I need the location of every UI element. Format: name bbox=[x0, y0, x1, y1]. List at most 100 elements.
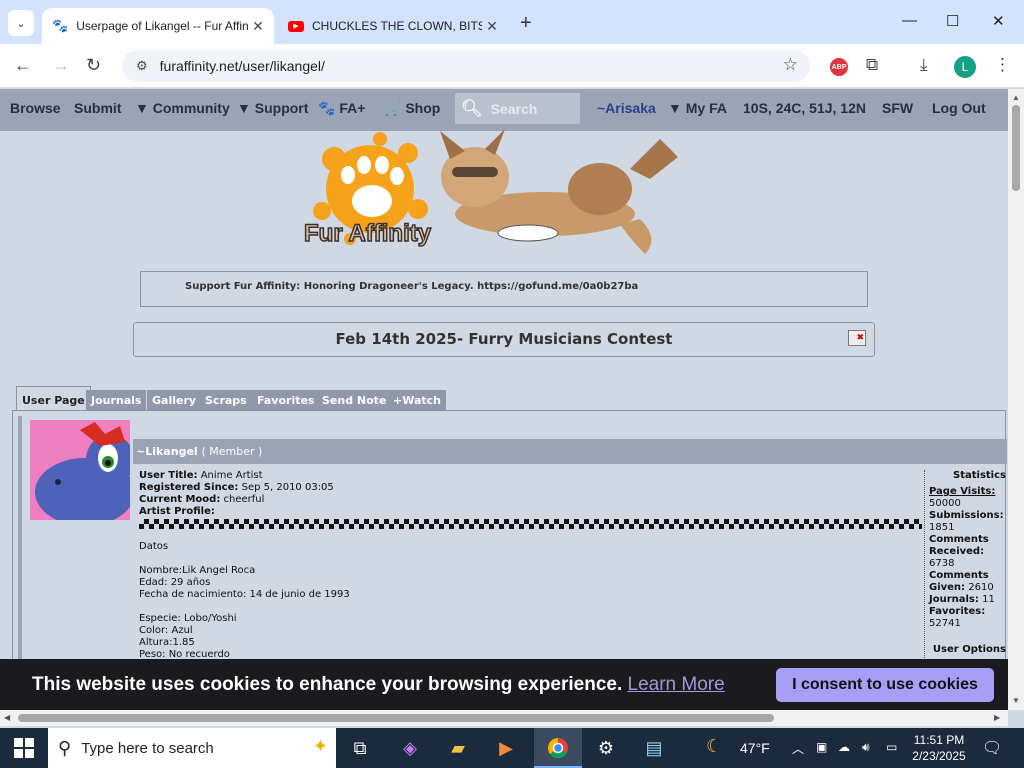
forward-icon[interactable]: → bbox=[52, 55, 70, 76]
tab-scraps[interactable]: Scraps bbox=[200, 390, 252, 411]
nav-support[interactable]: ▼ Support bbox=[237, 100, 308, 116]
vertical-scrollbar[interactable]: ▲ ▼ bbox=[1008, 89, 1024, 710]
dismiss-icon[interactable]: ✖ bbox=[848, 330, 866, 346]
cookie-banner: This website uses cookies to enhance you… bbox=[0, 659, 1008, 710]
comments-received-value: 6738 bbox=[929, 558, 955, 569]
nav-notifications[interactable]: 10S, 24C, 51J, 12N bbox=[743, 100, 866, 116]
youtube-favicon-icon: ▶ bbox=[288, 20, 304, 32]
windows-start-icon[interactable] bbox=[14, 738, 34, 758]
nav-submit[interactable]: Submit bbox=[74, 100, 121, 116]
horizontal-scroll-thumb[interactable] bbox=[18, 714, 774, 722]
address-bar[interactable]: ⚙ furaffinity.net/user/likangel/ ☆ bbox=[122, 50, 810, 82]
horizontal-scrollbar[interactable]: ◀ ▶ bbox=[0, 710, 1008, 726]
nav-sfw-toggle[interactable]: SFW bbox=[882, 100, 913, 116]
scroll-right-icon[interactable]: ▶ bbox=[994, 713, 1000, 722]
tab-search-button[interactable]: ⌄ bbox=[8, 10, 34, 36]
tab-user-page[interactable]: User Page bbox=[16, 386, 91, 411]
system-clock[interactable]: 11:51 PM 2/23/2025 bbox=[908, 732, 970, 764]
bio-line bbox=[139, 601, 929, 613]
vertical-scroll-thumb[interactable] bbox=[1012, 105, 1020, 191]
download-icon[interactable]: ⤓ bbox=[920, 55, 928, 75]
tab-userpage[interactable]: 🐾 Userpage of Likangel -- Fur Affinity ✕ bbox=[42, 8, 274, 44]
tray-expand-icon[interactable]: ︿ bbox=[792, 740, 804, 757]
profile-avatar[interactable]: L bbox=[954, 56, 976, 78]
mood-label: Current Mood: bbox=[139, 494, 221, 505]
tab-favorites[interactable]: Favorites bbox=[252, 390, 320, 411]
nav-browse[interactable]: Browse bbox=[10, 100, 61, 116]
page-visits-value: 50000 bbox=[929, 498, 961, 509]
user-title-label: User Title: bbox=[139, 470, 198, 481]
media-player-icon[interactable]: ▶ bbox=[494, 737, 518, 759]
shop-label: Shop bbox=[405, 100, 441, 116]
contest-banner[interactable]: Feb 14th 2025- Furry Musicians Contest ✖ bbox=[133, 322, 875, 357]
cart-icon: 🛒 bbox=[384, 100, 402, 116]
onedrive-icon[interactable]: ☁ bbox=[838, 740, 850, 754]
file-explorer-icon[interactable]: ▰ bbox=[446, 737, 470, 759]
bio-line: Fecha de nacimiento: 14 de junio de 1993 bbox=[139, 589, 350, 600]
extensions-icon[interactable]: ⧉ bbox=[866, 55, 878, 75]
statistics-heading: Statistics bbox=[953, 470, 1006, 481]
adblock-icon[interactable]: ABP bbox=[830, 58, 848, 76]
weather-moon-icon[interactable]: ☾ bbox=[706, 736, 722, 757]
weather-temp[interactable]: 47°F bbox=[740, 740, 770, 756]
profile-name[interactable]: ~Likangel bbox=[136, 445, 198, 458]
copilot-icon[interactable]: ◈ bbox=[398, 737, 422, 759]
nav-myfa[interactable]: ▼ My FA bbox=[668, 100, 727, 116]
submissions-value: 1851 bbox=[929, 522, 955, 533]
menu-icon[interactable]: ⋮ bbox=[994, 55, 1011, 75]
username-bar: ~Likangel ( Member ) bbox=[133, 439, 1007, 464]
bio-line: Especie: Lobo/Yoshi bbox=[139, 613, 237, 624]
browser-tab-strip: ⌄ 🐾 Userpage of Likangel -- Fur Affinity… bbox=[0, 0, 1024, 44]
scroll-up-icon[interactable]: ▲ bbox=[1012, 93, 1020, 102]
tab-send-note[interactable]: Send Note bbox=[317, 390, 392, 411]
tab-youtube[interactable]: ▶ CHUCKLES THE CLOWN, BITSY, ✕ bbox=[278, 8, 508, 44]
user-options-heading: User Options bbox=[932, 644, 1006, 655]
notifications-icon[interactable]: 🗨︎ bbox=[982, 738, 1002, 758]
nav-faplus[interactable]: 🐾 FA+ bbox=[318, 100, 365, 117]
maximize-icon[interactable]: ☐ bbox=[946, 12, 959, 30]
nav-shop[interactable]: 🛒 Shop bbox=[384, 100, 440, 117]
page-content: Browse Submit ▼ Community ▼ Support 🐾 FA… bbox=[0, 89, 1008, 710]
chrome-icon[interactable] bbox=[546, 737, 570, 759]
volume-icon[interactable]: 🔊︎ bbox=[862, 740, 870, 755]
mood-value: cheerful bbox=[223, 494, 265, 505]
avatar[interactable] bbox=[30, 420, 130, 520]
close-window-icon[interactable]: ✕ bbox=[992, 12, 1005, 30]
device-icon[interactable]: ▣ bbox=[816, 740, 827, 754]
consent-button[interactable]: I consent to use cookies bbox=[776, 668, 994, 702]
nav-logout[interactable]: Log Out bbox=[932, 100, 986, 116]
scroll-left-icon[interactable]: ◀ bbox=[4, 713, 10, 722]
browser-toolbar: ← → ↻ ⚙ furaffinity.net/user/likangel/ ☆… bbox=[0, 44, 1024, 88]
comments-given-value: 2610 bbox=[968, 582, 994, 593]
bookmark-star-icon[interactable]: ☆ bbox=[783, 55, 798, 75]
site-info-icon[interactable]: ⚙ bbox=[136, 58, 148, 74]
member-label: ( Member ) bbox=[201, 445, 263, 458]
task-view-icon[interactable]: ⧉ bbox=[348, 737, 372, 759]
tab-journals[interactable]: Journals bbox=[86, 390, 147, 411]
close-tab-icon[interactable]: ✕ bbox=[248, 18, 268, 35]
registered-label: Registered Since: bbox=[139, 482, 239, 493]
taskbar-search-placeholder: Type here to search bbox=[81, 739, 214, 757]
paw-favicon-icon: 🐾 bbox=[52, 18, 69, 33]
tab-title: CHUCKLES THE CLOWN, BITSY, bbox=[312, 19, 482, 33]
steam-icon[interactable]: ⚙ bbox=[594, 737, 618, 759]
nav-community[interactable]: ▼ Community bbox=[135, 100, 230, 116]
scroll-down-icon[interactable]: ▼ bbox=[1012, 696, 1020, 705]
network-icon[interactable]: ▭ bbox=[886, 740, 897, 754]
faplus-label: FA+ bbox=[339, 100, 366, 116]
fa-banner-logo[interactable]: Fur Affinity bbox=[300, 129, 690, 259]
learn-more-link[interactable]: Learn More bbox=[628, 674, 725, 695]
notepad-icon[interactable]: ▤ bbox=[642, 737, 666, 759]
contest-text: Feb 14th 2025- Furry Musicians Contest bbox=[335, 330, 673, 348]
taskbar-search-input[interactable]: ⚲ Type here to search ✦ bbox=[48, 728, 336, 768]
search-input[interactable]: 🔍︎ Search bbox=[455, 93, 580, 124]
minimize-icon[interactable]: — bbox=[902, 12, 917, 29]
clock-date: 2/23/2025 bbox=[912, 749, 966, 763]
tab-watch[interactable]: +Watch bbox=[388, 390, 446, 411]
reload-icon[interactable]: ↻ bbox=[86, 55, 101, 76]
nav-username[interactable]: ~Arisaka bbox=[597, 100, 656, 116]
close-tab-icon[interactable]: ✕ bbox=[482, 18, 502, 35]
tab-gallery[interactable]: Gallery bbox=[147, 390, 202, 411]
new-tab-icon[interactable]: + bbox=[520, 12, 532, 35]
back-icon[interactable]: ← bbox=[14, 55, 32, 76]
